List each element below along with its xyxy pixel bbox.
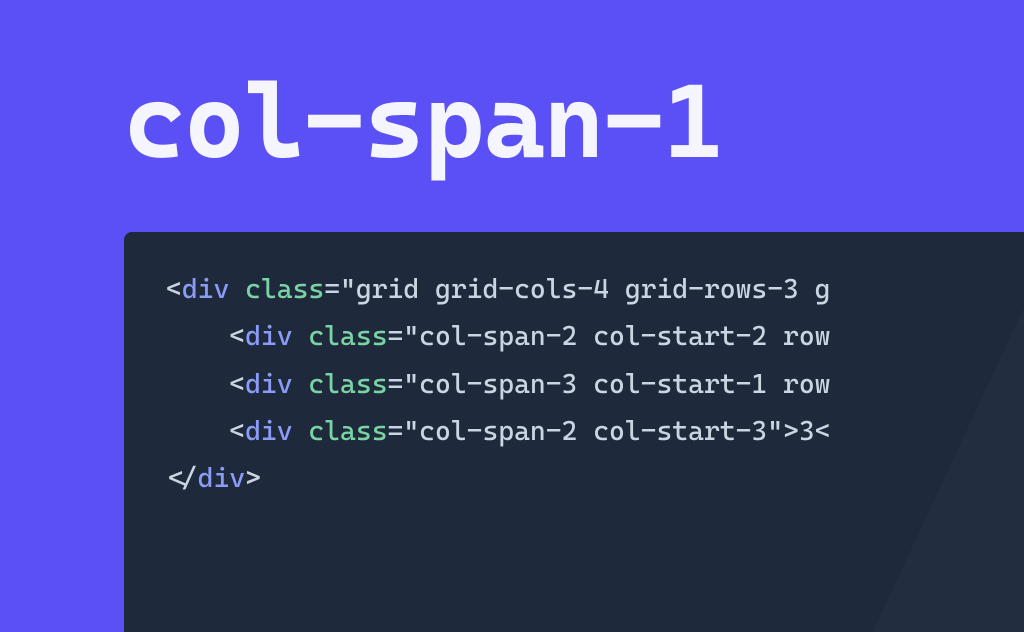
quote: " [767, 416, 783, 447]
angle-open: < [229, 321, 245, 352]
attr-value: col-span-3 col-start-1 row [419, 369, 830, 400]
angle-close: > [245, 463, 261, 494]
code-line-2: <div class="col-span-2 col-start-2 row [166, 313, 1024, 360]
quote: " [403, 416, 419, 447]
page-title: col-span-1 [124, 62, 723, 182]
quote: " [340, 274, 356, 305]
tag-name: div [245, 321, 292, 352]
angle-open: < [166, 274, 182, 305]
tag-name: div [182, 274, 229, 305]
space [293, 369, 309, 400]
code-line-5: </div> [166, 455, 1024, 502]
quote: " [403, 369, 419, 400]
indent [166, 416, 229, 447]
code-line-4: <div class="col-span-2 col-start-3">3< [166, 408, 1024, 455]
code-line-3: <div class="col-span-3 col-start-1 row [166, 361, 1024, 408]
space [293, 416, 309, 447]
space [293, 321, 309, 352]
tag-name: div [245, 416, 292, 447]
code-block: <div class="grid grid-cols-4 grid-rows-3… [124, 232, 1024, 632]
equals: = [324, 274, 340, 305]
equals: = [388, 416, 404, 447]
attr-name: class [308, 321, 387, 352]
angle-open-slash: </ [166, 463, 198, 494]
text-content: 3 [799, 416, 815, 447]
tag-name: div [245, 369, 292, 400]
attr-value: col-span-2 col-start-3 [419, 416, 767, 447]
angle-close: > [783, 416, 799, 447]
code-line-1: <div class="grid grid-cols-4 grid-rows-3… [166, 266, 1024, 313]
angle-open: < [229, 369, 245, 400]
equals: = [388, 369, 404, 400]
attr-name: class [245, 274, 324, 305]
equals: = [388, 321, 404, 352]
indent [166, 321, 229, 352]
attr-name: class [308, 369, 387, 400]
tag-name: div [198, 463, 245, 494]
space [229, 274, 245, 305]
angle-open: < [815, 416, 831, 447]
attr-value: grid grid-cols-4 grid-rows-3 g [356, 274, 831, 305]
quote: " [403, 321, 419, 352]
indent [166, 369, 229, 400]
attr-value: col-span-2 col-start-2 row [419, 321, 830, 352]
attr-name: class [308, 416, 387, 447]
angle-open: < [229, 416, 245, 447]
